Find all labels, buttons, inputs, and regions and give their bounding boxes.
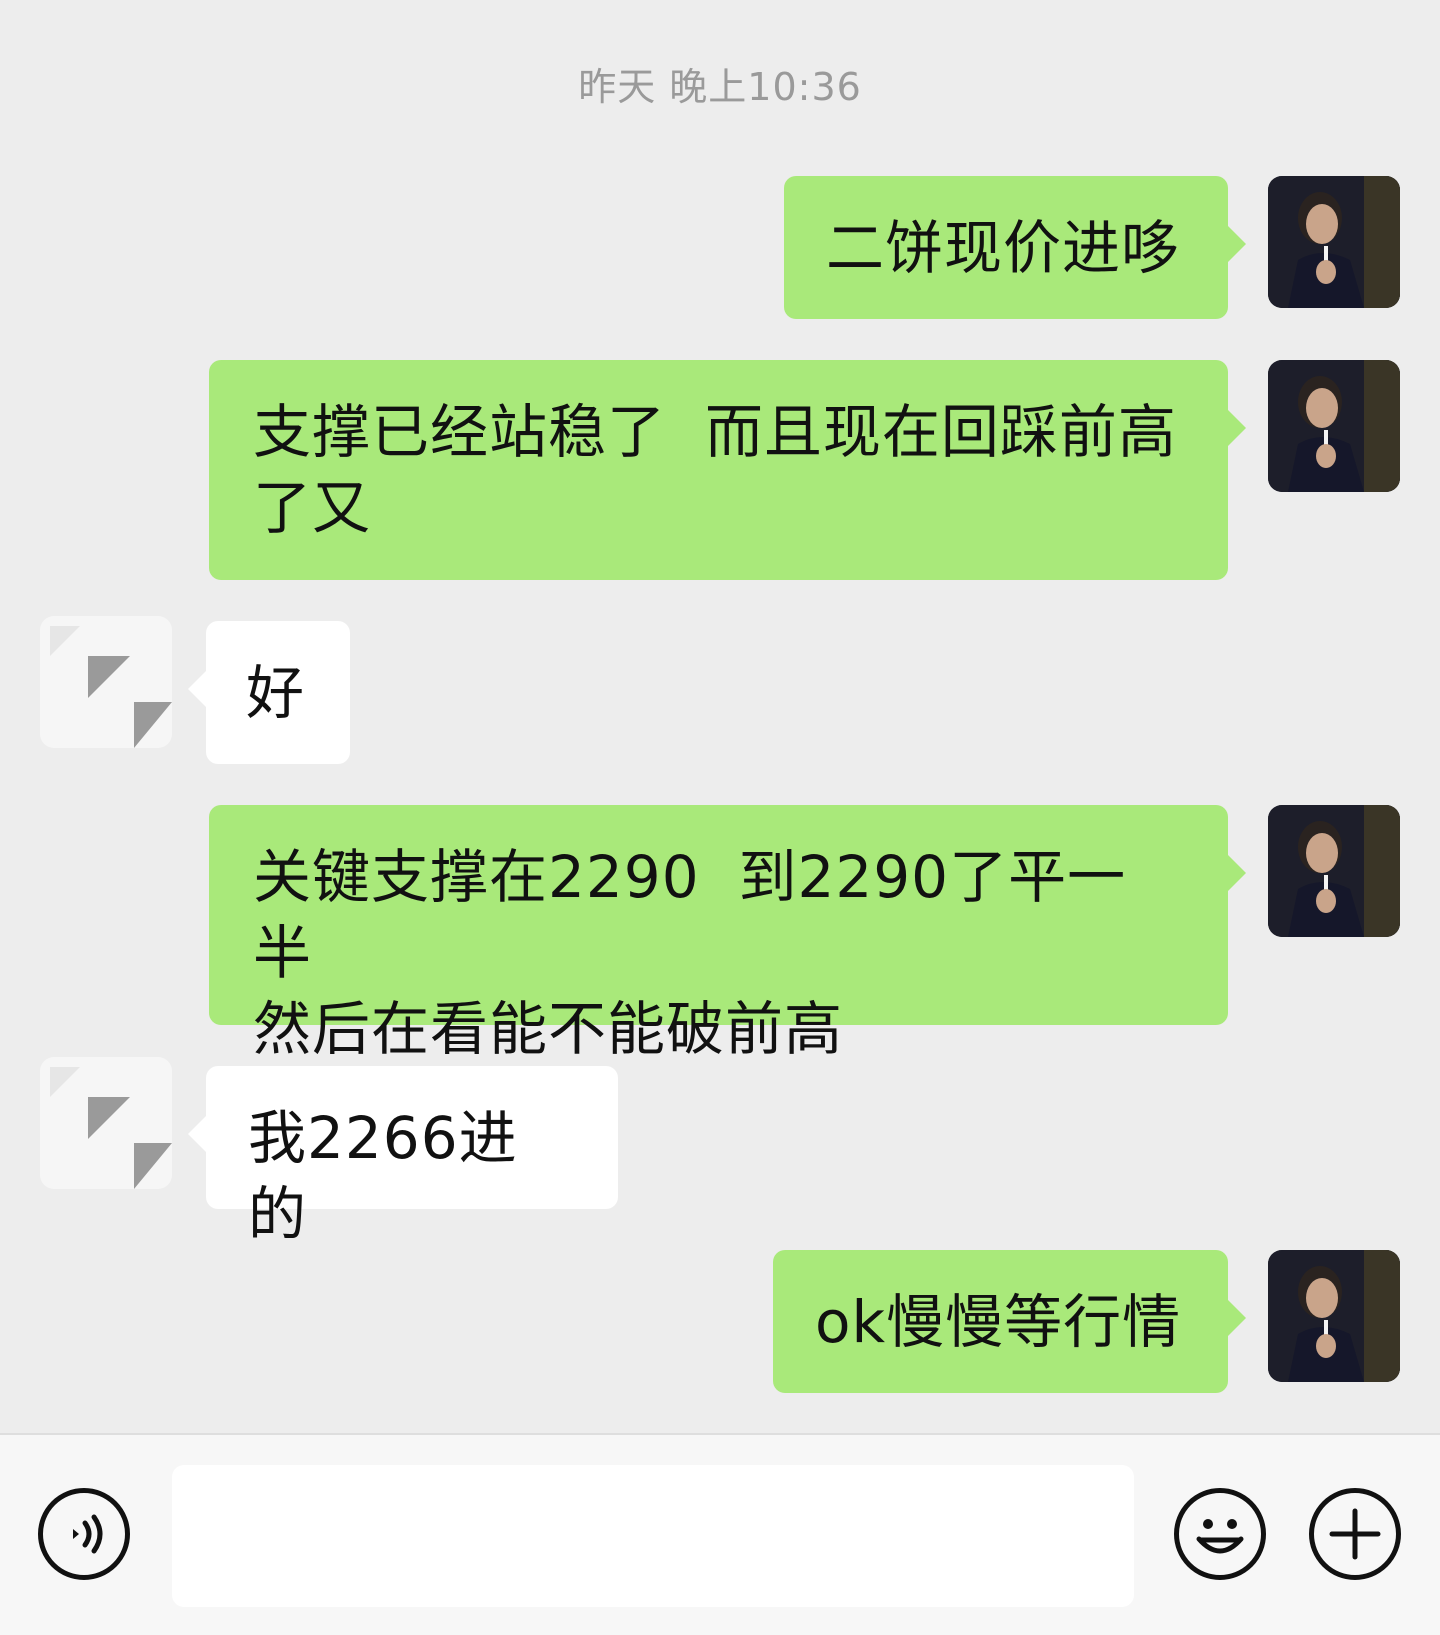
plus-button[interactable] <box>1309 1488 1401 1580</box>
message-bubble-self[interactable]: ok慢慢等行情 <box>773 1250 1246 1393</box>
avatar-placeholder-icon <box>40 616 172 748</box>
message-bubble-other[interactable]: 我2266进的 <box>188 1066 618 1248</box>
avatar-portrait-icon <box>1268 360 1400 492</box>
message-text: 我2266进的 <box>248 1104 518 1248</box>
avatar-portrait-icon <box>1268 805 1400 937</box>
message-text: 好 <box>246 659 306 727</box>
chat-screen: 昨天 晚上10:36 二饼现价进哆 支撑已经站稳了 而且现在回踩前高 了又 好 … <box>0 0 1440 1635</box>
message-text: 支撑已经站稳了 而且现在回踩前高 了又 <box>253 398 1177 542</box>
voice-button[interactable] <box>38 1488 130 1580</box>
self-avatar[interactable] <box>1268 1250 1400 1382</box>
message-text: 关键支撑在2290 到2290了平一半 然后在看能不能破前高 <box>253 843 1127 1063</box>
plus-icon <box>1329 1508 1381 1560</box>
message-bubble-self[interactable]: 关键支撑在2290 到2290了平一半 然后在看能不能破前高 <box>209 805 1246 1063</box>
emoji-icon <box>1196 1519 1244 1554</box>
input-toolbar <box>0 1433 1440 1635</box>
other-avatar[interactable] <box>40 616 172 748</box>
voice-icon <box>73 1514 103 1554</box>
self-avatar[interactable] <box>1268 805 1400 937</box>
message-bubble-self[interactable]: 支撑已经站稳了 而且现在回踩前高 了又 <box>209 360 1246 580</box>
avatar-placeholder-icon <box>40 1057 172 1189</box>
chat-timestamp: 昨天 晚上10:36 <box>578 65 862 109</box>
other-avatar[interactable] <box>40 1057 172 1189</box>
message-bubble-self[interactable]: 二饼现价进哆 <box>784 176 1246 319</box>
emoji-button[interactable] <box>1174 1488 1266 1580</box>
message-bubble-other[interactable]: 好 <box>188 621 350 764</box>
self-avatar[interactable] <box>1268 176 1400 308</box>
avatar-portrait-icon <box>1268 1250 1400 1382</box>
message-text: 二饼现价进哆 <box>826 214 1181 282</box>
message-text: ok慢慢等行情 <box>815 1288 1182 1356</box>
avatar-portrait-icon <box>1268 176 1400 308</box>
message-input[interactable] <box>172 1465 1134 1607</box>
self-avatar[interactable] <box>1268 360 1400 492</box>
